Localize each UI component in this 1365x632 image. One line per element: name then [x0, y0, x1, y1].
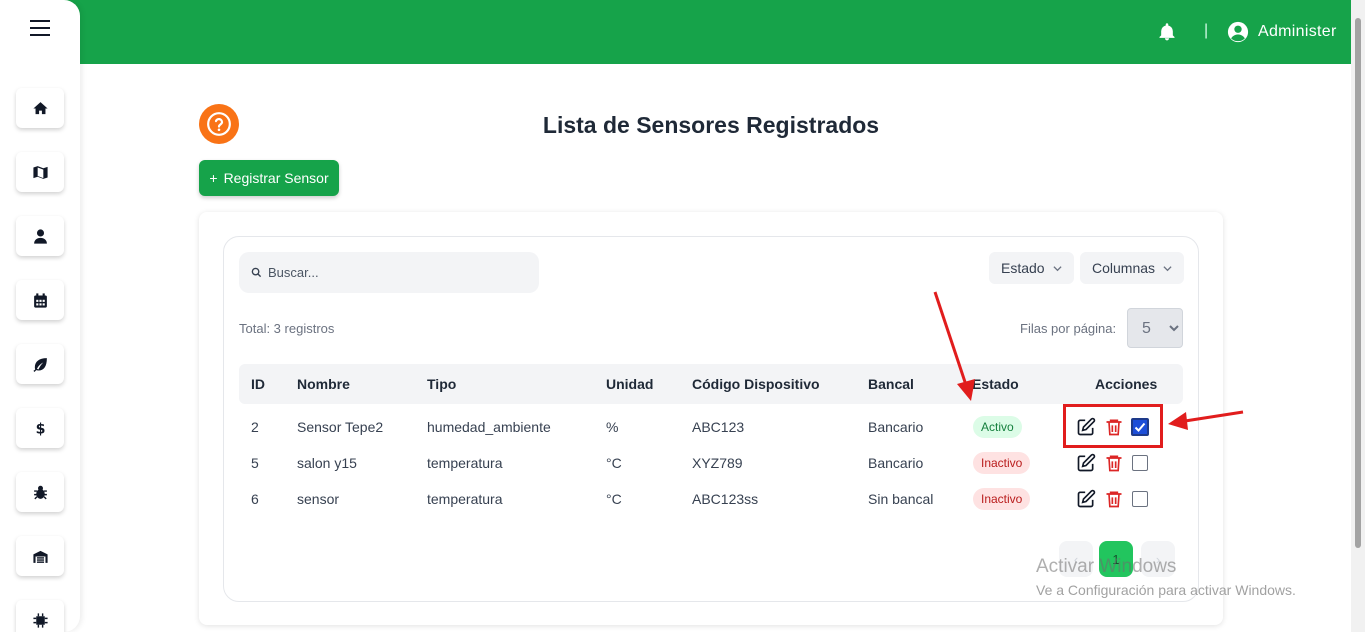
home-icon	[32, 101, 48, 114]
sidebar-item-user[interactable]	[16, 216, 64, 256]
delete-button[interactable]	[1104, 417, 1124, 437]
delete-button[interactable]	[1104, 489, 1124, 509]
rows-per-page-select[interactable]: 5	[1127, 308, 1183, 348]
status-badge: Activo	[973, 416, 1022, 438]
cell-codigo: ABC123ss	[692, 491, 759, 507]
top-bar: | Administer	[0, 0, 1351, 64]
bug-icon	[33, 485, 47, 499]
column-header-id[interactable]: ID	[251, 376, 265, 392]
trash-icon	[1106, 419, 1122, 436]
cell-unidad: %	[606, 419, 619, 435]
cell-tipo: temperatura	[427, 491, 503, 507]
row-checkbox[interactable]	[1131, 418, 1149, 436]
search-box[interactable]	[239, 252, 539, 293]
plus-icon: +	[209, 170, 218, 186]
edit-button[interactable]	[1076, 417, 1096, 437]
column-header-tipo[interactable]: Tipo	[427, 376, 456, 392]
cell-codigo: ABC123	[692, 419, 745, 435]
sidebar-item-warehouse[interactable]	[16, 536, 64, 576]
register-sensor-button[interactable]: + Registrar Sensor	[199, 160, 339, 196]
rows-per-page-label: Filas por página:	[1020, 321, 1117, 336]
svg-text:$: $	[35, 421, 45, 437]
cell-bancal: Bancario	[868, 455, 924, 471]
cell-id: 6	[251, 491, 259, 507]
header-separator: |	[1204, 22, 1209, 39]
row-checkbox[interactable]	[1132, 455, 1148, 471]
page-scrollbar[interactable]	[1351, 0, 1365, 632]
dollar-icon: $	[35, 421, 45, 437]
windows-watermark-title: Activar Windows	[1036, 556, 1177, 577]
cell-bancal: Bancario	[868, 419, 924, 435]
chevron-down-icon	[1053, 265, 1062, 271]
sidebar-item-crops[interactable]	[16, 344, 64, 384]
cell-id: 5	[251, 455, 259, 471]
column-header-codigo[interactable]: Código Dispositivo	[692, 376, 820, 392]
cell-bancal: Sin bancal	[868, 491, 934, 507]
delete-button[interactable]	[1104, 453, 1124, 473]
total-records: Total: 3 registros	[239, 321, 335, 336]
sidebar-item-finance[interactable]: $	[16, 408, 64, 448]
edit-icon	[1077, 489, 1096, 508]
cell-nombre: sensor	[297, 491, 340, 507]
calendar-icon	[33, 292, 47, 308]
cell-id: 2	[251, 419, 259, 435]
cell-unidad: °C	[606, 491, 622, 507]
estado-filter-dropdown[interactable]: Estado	[989, 252, 1074, 284]
cell-codigo: XYZ789	[692, 455, 743, 471]
edit-icon	[1077, 417, 1096, 436]
column-header-estado[interactable]: Estado	[972, 376, 1019, 392]
bell-icon[interactable]	[1157, 22, 1177, 42]
sidebar-item-home[interactable]	[16, 88, 64, 128]
check-icon	[1134, 422, 1146, 432]
edit-button[interactable]	[1076, 489, 1096, 509]
sidebar-item-iot[interactable]	[16, 600, 64, 632]
cell-nombre: salon y15	[297, 455, 357, 471]
register-sensor-label: Registrar Sensor	[223, 170, 329, 186]
page-title: Lista de Sensores Registrados	[542, 112, 880, 138]
columns-dropdown[interactable]: Columnas	[1080, 252, 1185, 284]
status-badge: Inactivo	[973, 488, 1031, 510]
status-badge: Inactivo	[973, 452, 1031, 474]
search-input[interactable]	[268, 265, 518, 280]
columns-label: Columnas	[1092, 260, 1156, 276]
map-icon	[32, 165, 48, 179]
sidebar: $	[0, 0, 80, 632]
cell-nombre: Sensor Tepe2	[297, 419, 384, 435]
windows-watermark-subtitle: Ve a Configuración para activar Windows.	[1036, 582, 1296, 598]
row-checkbox[interactable]	[1132, 491, 1148, 507]
user-icon	[33, 228, 47, 244]
cell-tipo: temperatura	[427, 455, 503, 471]
trash-icon	[1106, 491, 1122, 508]
chip-icon	[32, 612, 48, 628]
edit-icon	[1077, 453, 1096, 472]
column-header-unidad[interactable]: Unidad	[606, 376, 653, 392]
estado-filter-label: Estado	[1001, 260, 1045, 276]
cell-tipo: humedad_ambiente	[427, 419, 551, 435]
column-header-bancal[interactable]: Bancal	[868, 376, 914, 392]
user-circle-icon[interactable]	[1227, 21, 1249, 43]
chevron-down-icon	[1163, 265, 1172, 271]
edit-button[interactable]	[1076, 453, 1096, 473]
sidebar-item-map[interactable]	[16, 152, 64, 192]
trash-icon	[1106, 455, 1122, 472]
hamburger-icon[interactable]	[30, 20, 50, 36]
warehouse-icon	[32, 550, 48, 563]
column-header-acciones: Acciones	[1095, 376, 1158, 392]
column-header-nombre[interactable]: Nombre	[297, 376, 350, 392]
user-name[interactable]: Administer	[1258, 23, 1337, 41]
sidebar-item-calendar[interactable]	[16, 280, 64, 320]
leaf-icon	[32, 357, 47, 372]
cell-unidad: °C	[606, 455, 622, 471]
search-icon	[251, 267, 262, 278]
sidebar-item-pests[interactable]	[16, 472, 64, 512]
scrollbar-thumb[interactable]	[1355, 18, 1361, 548]
